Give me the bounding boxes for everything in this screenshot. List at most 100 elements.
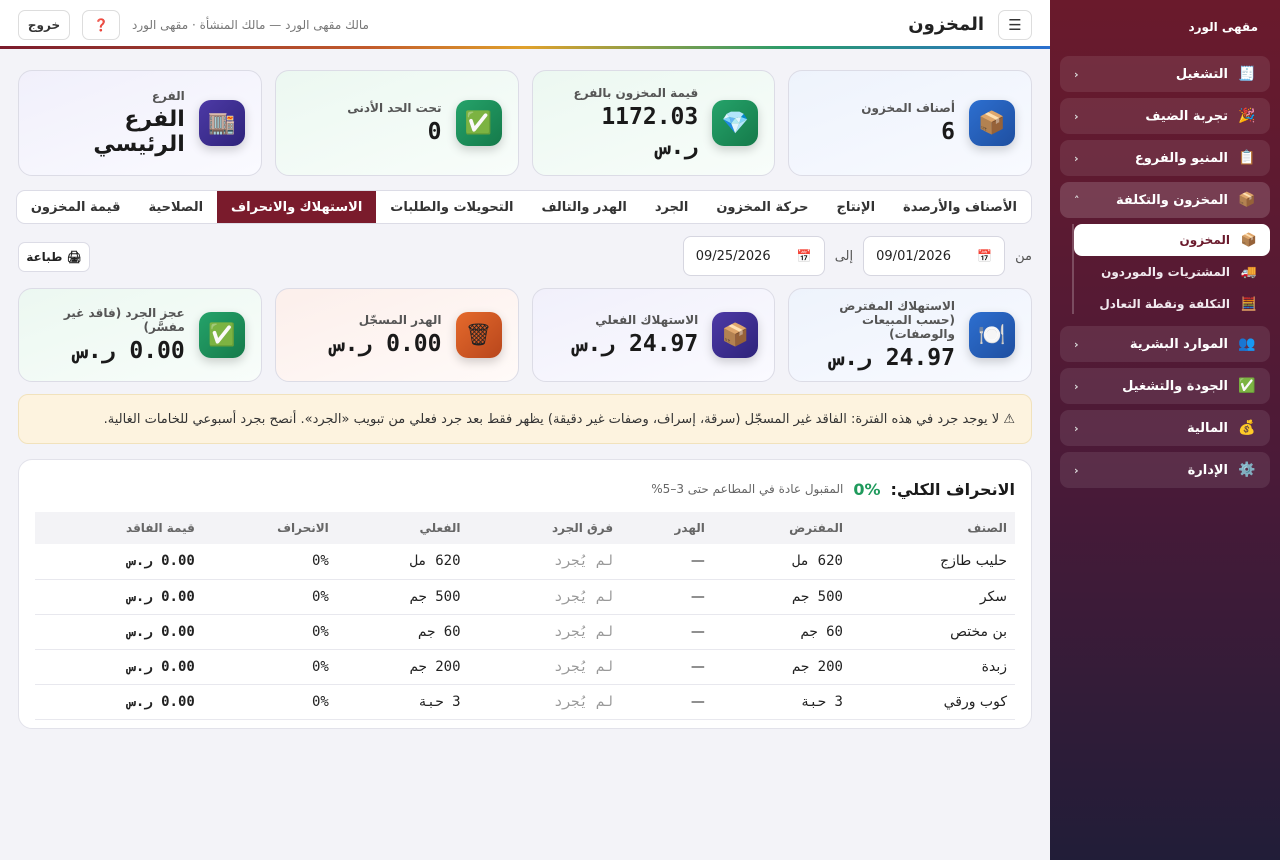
tab-inventory-value[interactable]: قيمة المخزون — [17, 191, 135, 223]
stat-label: قيمة المخزون بالفرع — [573, 86, 699, 100]
summary-stats: 📦 أصناف المخزون 6 💎 قيمة المخزون بالفرع … — [18, 70, 1032, 176]
cell-item: بن مختص — [850, 614, 1015, 650]
cell-variance: 0% — [202, 544, 337, 580]
party-icon: 🎉 — [1238, 108, 1256, 124]
trash-icon: 🗑 — [455, 312, 502, 358]
sidebar-item-hr[interactable]: 👥 الموارد البشرية ‹ — [1060, 326, 1270, 362]
stat-label: الاستهلاك المفترض (حسب المبيعات والوصفات… — [839, 299, 955, 341]
gem-icon: 💎 — [712, 100, 759, 146]
to-label: إلى — [834, 248, 854, 264]
cell-variance: 0% — [202, 579, 337, 615]
sidebar-item-label: التشغيل — [1175, 66, 1228, 82]
date-value: 09/25/2026 — [695, 248, 771, 264]
box-icon: 📦 — [1238, 192, 1256, 208]
from-date-input[interactable]: 09/01/2026 📅 — [863, 236, 1006, 276]
cell-loss-value: 0.00 ر.س — [35, 544, 203, 580]
cell-waste: — — [621, 579, 713, 615]
cell-loss-value: 0.00 ر.س — [35, 579, 203, 615]
cell-expected: 500 جم — [712, 579, 851, 615]
stat-label: عجز الجرد (فاقد غير مفسَّر) — [63, 306, 185, 334]
sidebar-item-operations[interactable]: 🧾 التشغيل ‹ — [1060, 56, 1270, 92]
date-value: 09/01/2026 — [876, 248, 952, 264]
sidebar-item-guest-experience[interactable]: 🎉 تجربة الضيف ‹ — [1060, 98, 1270, 134]
sidebar-item-inventory-cost[interactable]: 📦 المخزون والتكلفة ˄ — [1060, 182, 1270, 218]
sidebar-item-label: الجودة والتشغيل — [1122, 378, 1228, 394]
cell-actual: 620 مل — [336, 544, 469, 580]
calendar-icon[interactable]: 📅 — [797, 249, 812, 263]
plate-icon: 🍽️ — [969, 312, 1015, 358]
consumption-stats: 🍽️ الاستهلاك المفترض (حسب المبيعات والوص… — [18, 288, 1032, 382]
variance-subtitle: المقبول عادة في المطاعم حتى 3–5% — [651, 482, 844, 496]
sidebar-subitem-cost-breakeven[interactable]: 🧮 التكلفة ونقطة التعادل — [1074, 288, 1270, 320]
tab-stocktake[interactable]: الجرد — [641, 191, 702, 223]
cell-actual: 200 جم — [336, 649, 469, 685]
sidebar-item-menu-branches[interactable]: 📋 المنيو والفروع ‹ — [1060, 140, 1270, 176]
calendar-icon[interactable]: 📅 — [977, 249, 992, 263]
stocktake-warning: ⚠ لا يوجد جرد في هذه الفترة: الفاقد غير … — [18, 394, 1032, 444]
cell-loss-value: 0.00 ر.س — [35, 649, 203, 685]
sidebar-item-quality[interactable]: ✅ الجودة والتشغيل ‹ — [1060, 368, 1270, 404]
building-icon: 🏬 — [198, 100, 245, 146]
sidebar-subitem-purchases[interactable]: 🚚 المشتريات والموردون — [1074, 256, 1270, 288]
cell-variance: 0% — [202, 614, 337, 650]
check-icon: ✅ — [198, 312, 245, 358]
table-header-row: الصنف المفترض الهدر فرق الجرد الفعلي الا… — [35, 512, 1015, 544]
receipt-icon: 🧾 — [1238, 66, 1256, 82]
people-icon: 👥 — [1238, 336, 1256, 352]
cell-item: كوب ورقي — [850, 684, 1015, 720]
cell-actual: 3 حبة — [336, 684, 469, 720]
variance-percent: 0% — [853, 479, 881, 499]
chevron-left-icon: ‹ — [1074, 151, 1079, 165]
stat-unit: ر.س — [656, 134, 699, 160]
stat-card-recorded-waste: 🗑 الهدر المسجّل 0.00 ر.س — [274, 288, 519, 382]
sidebar-item-finance[interactable]: 💰 المالية ‹ — [1060, 410, 1270, 446]
sidebar-submenu: 📦 المخزون 🚚 المشتريات والموردون 🧮 التكلف… — [1072, 224, 1270, 320]
sidebar-item-label: المنيو والفروع — [1134, 150, 1228, 166]
table-row: حليب طازج 620 مل — لم يُجرد 620 مل 0% 0.… — [35, 544, 1015, 580]
clipboard-icon: 📋 — [1238, 150, 1256, 166]
cell-waste: — — [621, 544, 713, 580]
help-button[interactable]: ❓ — [82, 9, 120, 40]
stat-value: الفرع الرئيسي — [93, 107, 185, 157]
cell-item: سكر — [850, 579, 1015, 615]
table-row: سكر 500 جم — لم يُجرد 500 جم 0% 0.00 ر.س — [35, 579, 1015, 615]
box-icon: 📦 — [1240, 232, 1258, 248]
variance-title: الانحراف الكلي: — [890, 479, 1015, 499]
col-stocktake-diff: فرق الجرد — [468, 512, 622, 544]
tab-consumption-variance[interactable]: الاستهلاك والانحراف — [217, 191, 377, 223]
user-info: مالك مقهى الورد — مالك المنشأة · مقهى ال… — [132, 17, 369, 32]
tab-stock-movement[interactable]: حركة المخزون — [702, 191, 822, 223]
to-date-input[interactable]: 09/25/2026 📅 — [682, 236, 825, 276]
cell-waste: — — [621, 649, 713, 685]
logout-button[interactable]: خروج — [18, 9, 70, 40]
table-row: بن مختص 60 جم — لم يُجرد 60 جم 0% 0.00 ر… — [35, 614, 1015, 650]
cell-variance: 0% — [202, 684, 337, 720]
tab-transfers[interactable]: التحويلات والطلبات — [376, 191, 527, 223]
tab-production[interactable]: الإنتاج — [822, 191, 889, 223]
menu-toggle-button[interactable]: ☰ — [998, 9, 1032, 40]
tab-waste[interactable]: الهدر والتالف — [527, 191, 640, 223]
tab-expiry[interactable]: الصلاحية — [134, 191, 217, 223]
sidebar-subitem-inventory[interactable]: 📦 المخزون — [1074, 224, 1270, 256]
stat-value: 0.00 ر.س — [330, 331, 442, 357]
stat-value: 0.00 ر.س — [73, 338, 185, 364]
stat-card-actual-consumption: 📦 الاستهلاك الفعلي 24.97 ر.س — [531, 288, 776, 382]
sidebar-item-admin[interactable]: ⚙️ الإدارة ‹ — [1060, 452, 1270, 488]
stat-value: 24.97 ر.س — [573, 331, 699, 357]
submenu-divider — [1072, 224, 1074, 314]
print-button[interactable]: 🖨 طباعة — [18, 242, 90, 272]
col-variance: الانحراف — [202, 512, 337, 544]
cell-stocktake-diff: لم يُجرد — [468, 544, 622, 580]
sidebar-item-label: الإدارة — [1187, 462, 1228, 478]
cell-expected: 3 حبة — [712, 684, 851, 720]
truck-icon: 🚚 — [1240, 264, 1258, 280]
tab-items-balances[interactable]: الأصناف والأرصدة — [889, 191, 1031, 223]
table-row: كوب ورقي 3 حبة — لم يُجرد 3 حبة 0% 0.00 … — [35, 684, 1015, 720]
chevron-left-icon: ‹ — [1074, 421, 1079, 435]
variance-table: الصنف المفترض الهدر فرق الجرد الفعلي الا… — [35, 512, 1015, 720]
stat-label: تحت الحد الأدنى — [347, 101, 442, 115]
box-icon: 📦 — [712, 312, 759, 358]
stat-value: 0 — [427, 119, 442, 145]
box-icon: 📦 — [969, 100, 1015, 146]
stat-card-inventory-value: 💎 قيمة المخزون بالفرع 1172.03 ر.س — [531, 70, 776, 176]
